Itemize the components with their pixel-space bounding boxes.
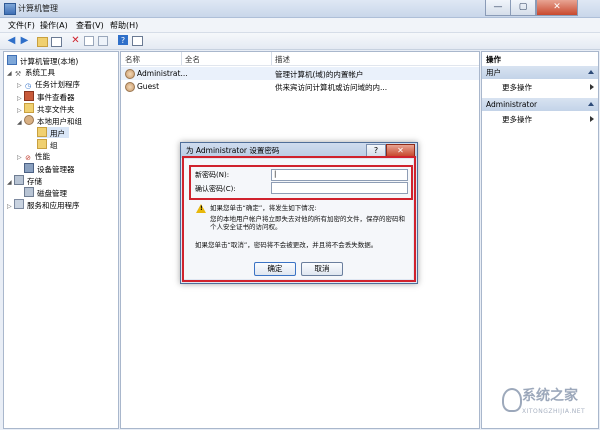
- user-description: 管理计算机(域)的内置帐户: [275, 70, 364, 79]
- clock-icon: ◷: [24, 82, 32, 90]
- actions-title: 操作: [486, 55, 501, 64]
- export-icon[interactable]: [98, 36, 108, 46]
- highlight-frame: [182, 156, 416, 282]
- event-log-icon: [24, 91, 34, 101]
- user-icon: [125, 82, 135, 92]
- users-icon: [24, 115, 34, 125]
- column-header-description[interactable]: 描述: [275, 54, 290, 65]
- storage-icon: [14, 175, 24, 185]
- computer-icon: [7, 55, 17, 65]
- menu-file[interactable]: 文件(F): [8, 20, 35, 31]
- menu-action[interactable]: 操作(A): [40, 20, 68, 31]
- properties-icon[interactable]: [84, 36, 94, 46]
- submenu-arrow-icon: [590, 116, 594, 122]
- collapse-icon[interactable]: [588, 70, 594, 74]
- tree-item-task-scheduler[interactable]: ▷ ◷ 任务计划程序: [17, 79, 80, 90]
- device-manager-icon: [24, 163, 34, 173]
- column-header-fullname[interactable]: 全名: [185, 54, 200, 65]
- expand-arrow-icon[interactable]: ▷: [7, 203, 14, 210]
- tree-item-shared-folders[interactable]: ▷ 共享文件夹: [17, 103, 75, 114]
- back-icon[interactable]: ◀: [6, 35, 17, 46]
- console-tree: 计算机管理(本地) ◢ ⚒ 系统工具 ▷ ◷ 任务计划程序 ▷ 事件查看器 ▷ 共享文件夹 …: [3, 51, 119, 429]
- more-actions-link[interactable]: 更多操作: [502, 82, 532, 93]
- watermark-text: 系统之家: [522, 388, 578, 404]
- collapse-icon[interactable]: [588, 102, 594, 106]
- watermark: 系统之家 XITONGZHIJIA.NET: [500, 382, 598, 428]
- disk-icon: [24, 187, 34, 197]
- shared-folder-icon: [24, 103, 34, 113]
- minimize-button[interactable]: —: [485, 0, 511, 16]
- console-icon[interactable]: [51, 37, 62, 47]
- expand-arrow-icon[interactable]: ▷: [17, 154, 24, 161]
- window-title: 计算机管理: [18, 4, 58, 13]
- performance-icon: ⊘: [25, 154, 31, 162]
- forward-icon[interactable]: ▶: [19, 35, 30, 46]
- computer-management-icon: [4, 3, 16, 15]
- column-header-name[interactable]: 名称: [125, 54, 140, 65]
- actions-pane: 操作 用户 更多操作 Administrator 更多操作: [481, 51, 599, 429]
- tree-item-local-users-groups[interactable]: ◢ 本地用户和组: [17, 115, 82, 126]
- tree-item-disk-management[interactable]: 磁盘管理: [24, 187, 67, 198]
- dialog-title: 为 Administrator 设置密码: [186, 146, 280, 155]
- tree-item-services-apps[interactable]: ▷ 服务和应用程序: [7, 199, 80, 210]
- show-hide-icon[interactable]: [132, 36, 143, 46]
- expand-arrow-icon[interactable]: ▷: [17, 95, 24, 102]
- tree-item-users[interactable]: 用户: [37, 127, 69, 138]
- tree-item-computer-management[interactable]: 计算机管理(本地): [7, 55, 78, 66]
- tree-item-event-viewer[interactable]: ▷ 事件查看器: [17, 91, 75, 102]
- watermark-subtext: XITONGZHIJIA.NET: [522, 408, 586, 415]
- folder-icon: [37, 127, 47, 137]
- set-password-dialog: 为 Administrator 设置密码 ? ✕ 新密码(N): | 确认密码(…: [180, 142, 418, 284]
- list-header: 名称 全名 描述: [121, 52, 479, 66]
- user-icon: [125, 69, 135, 79]
- services-icon: [14, 199, 24, 209]
- list-item[interactable]: Administrat... 管理计算机(域)的内置帐户: [121, 67, 479, 80]
- menu-help[interactable]: 帮助(H): [110, 20, 138, 31]
- user-name: Administrat...: [137, 69, 188, 78]
- tree-item-device-manager[interactable]: 设备管理器: [24, 163, 75, 174]
- expand-arrow-icon[interactable]: ◢: [17, 119, 24, 126]
- tools-icon: ⚒: [14, 70, 22, 78]
- help-icon[interactable]: ?: [118, 35, 128, 45]
- column-separator[interactable]: [181, 52, 182, 65]
- folder-icon: [37, 139, 47, 149]
- tree-item-performance[interactable]: ▷ ⊘ 性能: [17, 151, 50, 162]
- expand-arrow-icon[interactable]: ▷: [17, 82, 24, 89]
- actions-section-header[interactable]: Administrator: [482, 98, 598, 111]
- up-folder-icon[interactable]: [37, 37, 48, 47]
- delete-icon[interactable]: ✕: [70, 35, 81, 46]
- user-description: 供来宾访问计算机或访问域的内...: [275, 83, 388, 92]
- menu-bar: 文件(F) 操作(A) 查看(V) 帮助(H): [0, 18, 600, 33]
- tree-item-system-tools[interactable]: ◢ ⚒ 系统工具: [7, 67, 55, 78]
- expand-arrow-icon[interactable]: ◢: [7, 179, 14, 186]
- title-bar: 计算机管理 — ▢ ✕: [0, 0, 600, 18]
- more-actions-link[interactable]: 更多操作: [502, 114, 532, 125]
- close-button[interactable]: ✕: [536, 0, 578, 16]
- expand-arrow-icon[interactable]: ◢: [7, 70, 14, 77]
- expand-arrow-icon[interactable]: ▷: [17, 107, 24, 114]
- user-name: Guest: [137, 82, 160, 91]
- tree-item-groups[interactable]: 组: [37, 139, 58, 150]
- toolbar: ◀ ▶ ✕ ?: [0, 33, 600, 50]
- maximize-button[interactable]: ▢: [510, 0, 536, 16]
- watermark-logo-icon: [502, 388, 522, 412]
- actions-section-header[interactable]: 用户: [482, 66, 598, 79]
- column-separator[interactable]: [271, 52, 272, 65]
- list-item[interactable]: Guest 供来宾访问计算机或访问域的内...: [121, 80, 479, 93]
- tree-item-storage[interactable]: ◢ 存储: [7, 175, 42, 186]
- menu-view[interactable]: 查看(V): [76, 20, 104, 31]
- submenu-arrow-icon: [590, 84, 594, 90]
